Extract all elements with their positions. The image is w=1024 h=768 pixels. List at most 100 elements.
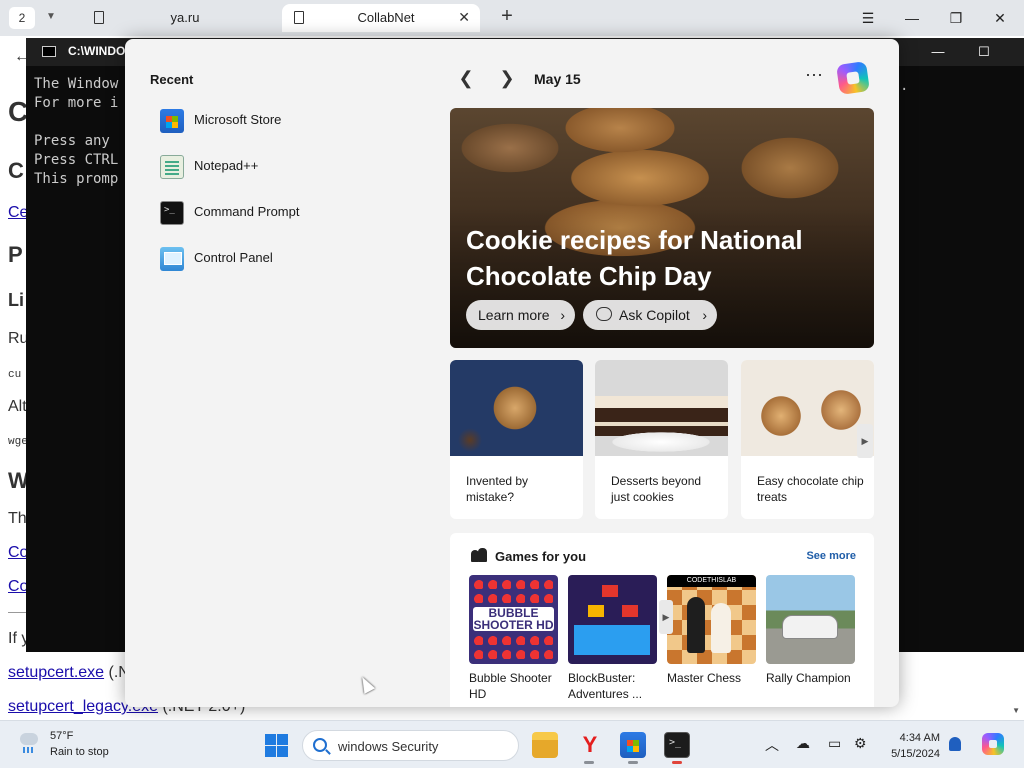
command-prompt-icon: [160, 201, 184, 225]
game-tile[interactable]: BlockBuster: Adventures ...: [568, 575, 658, 702]
taskbar: 57°F Rain to stop windows Security Y ︿ ☁…: [0, 720, 1024, 768]
search-query[interactable]: windows Security: [338, 739, 438, 754]
feed-date: May 15: [534, 71, 581, 87]
news-card-title: Easy chocolate chip treats: [757, 474, 864, 504]
file-explorer-icon[interactable]: [532, 732, 558, 758]
console-icon: [42, 46, 56, 57]
console-line: For more i: [34, 95, 119, 111]
ask-copilot-button[interactable]: Ask Copilot ›: [583, 300, 717, 330]
tab-title: ya.ru: [170, 10, 200, 25]
browser-menu-button[interactable]: ☰: [853, 6, 883, 30]
chevron-right-icon: ›: [702, 307, 707, 323]
game-name: BlockBuster: Adventures ...: [568, 671, 643, 701]
close-tab-icon[interactable]: ✕: [458, 9, 470, 26]
recent-item-control-panel[interactable]: Control Panel: [157, 244, 417, 274]
console-line: This promp: [34, 171, 119, 187]
page-subheading: C: [8, 158, 24, 183]
game-name: Rally Champion: [766, 671, 851, 685]
system-clock[interactable]: 4:34 AM 5/15/2024: [886, 730, 940, 762]
chess-pieces: [687, 597, 737, 657]
terminal-icon[interactable]: [664, 732, 690, 758]
rally-champion-image: [766, 575, 855, 664]
page-code: wge: [8, 436, 28, 448]
cookie-image: [741, 360, 874, 456]
game-tile[interactable]: Rally Champion: [766, 575, 856, 686]
game-name: Master Chess: [667, 671, 742, 685]
control-panel-icon: [160, 247, 184, 271]
learn-more-label: Learn more: [478, 307, 550, 323]
new-tab-button[interactable]: +: [496, 6, 518, 28]
recent-item-label: Microsoft Store: [194, 112, 282, 127]
console-trailing-text: .: [900, 78, 909, 94]
console-line: Press any: [34, 133, 110, 149]
learn-more-button[interactable]: Learn more ›: [466, 300, 575, 330]
recent-item-label: Control Panel: [194, 250, 273, 265]
next-day-button[interactable]: ❯: [495, 67, 519, 91]
chevron-right-icon: ›: [560, 307, 565, 323]
previous-day-button[interactable]: ❮: [454, 67, 478, 91]
notepad-plus-plus-icon: [160, 155, 184, 179]
running-indicator: [628, 761, 638, 764]
yandex-browser-icon[interactable]: Y: [577, 732, 603, 758]
weather-temperature[interactable]: 57°F: [50, 730, 73, 742]
weather-icon[interactable]: [18, 731, 40, 753]
chat-bubble-icon: [596, 307, 612, 321]
console-minimize-button[interactable]: —: [922, 40, 954, 64]
news-card-title: Desserts beyond just cookies: [611, 474, 702, 504]
taskbar-search-box[interactable]: windows Security: [302, 730, 519, 761]
game-tile[interactable]: CODETHISLAB Master Chess: [667, 575, 757, 686]
setupcert-line: setupcert.exe (.N: [8, 664, 130, 682]
page-code: cu: [8, 369, 22, 381]
news-card[interactable]: Invented by mistake?: [450, 360, 583, 519]
cards-next-button[interactable]: ▶: [857, 424, 873, 458]
news-card[interactable]: Desserts beyond just cookies: [595, 360, 728, 519]
game-tile[interactable]: BUBBLE SHOOTER HD Bubble Shooter HD: [469, 575, 559, 702]
copilot-icon[interactable]: [836, 61, 870, 95]
console-maximize-button[interactable]: ☐: [968, 40, 1000, 64]
weather-condition[interactable]: Rain to stop: [50, 746, 109, 758]
news-card[interactable]: Easy chocolate chip treats: [741, 360, 874, 519]
console-line: Press CTRL: [34, 152, 119, 168]
page-text: Th: [8, 510, 27, 527]
running-indicator: [584, 761, 594, 764]
tab-collabnet[interactable]: CollabNet ✕: [282, 4, 480, 32]
recent-item-notepad-plus-plus[interactable]: Notepad++: [157, 152, 417, 182]
recent-item-command-prompt[interactable]: Command Prompt: [157, 198, 417, 228]
ask-copilot-label: Ask Copilot: [619, 307, 690, 323]
bubble-shooter-image: BUBBLE SHOOTER HD: [469, 575, 558, 664]
cake-image: [595, 360, 728, 456]
more-options-button[interactable]: ⋯: [805, 65, 824, 86]
see-more-link[interactable]: See more: [806, 550, 856, 562]
tab-count-button[interactable]: 2: [9, 7, 35, 29]
start-panel: Recent Microsoft Store Notepad++ Command…: [125, 39, 899, 707]
restore-button[interactable]: ❐: [941, 6, 971, 30]
microsoft-store-icon[interactable]: [620, 732, 646, 758]
tab-list-chevron-icon[interactable]: ▼: [42, 8, 60, 26]
display-icon[interactable]: ▭: [828, 735, 841, 752]
setupcert-link[interactable]: setupcert.exe: [8, 664, 104, 681]
start-button[interactable]: [265, 734, 288, 757]
notification-bell-icon[interactable]: [949, 737, 961, 751]
clock-time: 4:34 AM: [899, 732, 940, 744]
hero-card[interactable]: Cookie recipes for National Chocolate Ch…: [450, 108, 874, 348]
recent-item-microsoft-store[interactable]: Microsoft Store: [157, 106, 417, 136]
microsoft-store-icon: [160, 109, 184, 133]
hero-title: Cookie recipes for National Chocolate Ch…: [466, 225, 803, 291]
recent-heading: Recent: [150, 72, 194, 87]
network-settings-icon[interactable]: ⚙: [854, 735, 867, 752]
search-icon: [313, 738, 327, 752]
show-hidden-icons-chevron-icon[interactable]: ︿: [765, 735, 779, 755]
cloud-offline-icon[interactable]: ☁: [796, 735, 810, 752]
document-icon: [94, 11, 104, 24]
divider: [8, 612, 28, 613]
minimize-button[interactable]: —: [897, 6, 927, 30]
game-pieces-icon: [471, 548, 487, 562]
close-window-button[interactable]: ✕: [985, 6, 1015, 30]
games-next-button[interactable]: ▶: [659, 600, 673, 634]
tab-ya[interactable]: ya.ru: [82, 4, 278, 32]
tab-title: CollabNet: [357, 10, 415, 25]
copilot-taskbar-icon[interactable]: [982, 733, 1004, 755]
game-art-text: BUBBLE SHOOTER HD: [473, 606, 554, 632]
scroll-down-arrow-icon[interactable]: ▼: [1012, 706, 1020, 715]
page-text: Alt: [8, 398, 27, 415]
